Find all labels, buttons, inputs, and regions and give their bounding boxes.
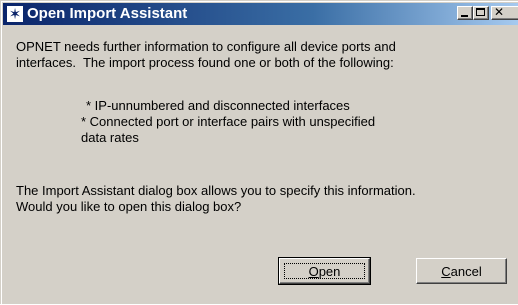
open-button[interactable]: Open (278, 257, 371, 285)
open-accelerator: O (308, 263, 319, 279)
cancel-label: ancel (450, 263, 482, 279)
maximize-button[interactable] (473, 6, 489, 20)
dialog-window: ✶ Open Import Assistant ✕ OPNET needs fu… (0, 0, 518, 304)
question-text: The Import Assistant dialog box allows y… (16, 183, 416, 214)
cancel-accelerator: C (441, 263, 451, 279)
close-icon: ✕ (494, 5, 505, 19)
dialog-content: OPNET needs further information to confi… (1, 25, 518, 305)
star-icon: ✶ (7, 5, 23, 23)
cancel-button[interactable]: Cancel (416, 258, 507, 284)
maximize-icon (476, 8, 485, 16)
list-item-connected-pairs-cont: data rates (81, 130, 139, 145)
title-bar[interactable]: ✶ Open Import Assistant ✕ (3, 3, 518, 25)
intro-text: OPNET needs further information to confi… (16, 39, 396, 70)
minimize-button[interactable] (457, 6, 473, 20)
list-item-connected-pairs: * Connected port or interface pairs with… (81, 114, 376, 129)
minimize-icon (461, 15, 468, 17)
list-item-ip-unnumbered: * IP-unnumbered and disconnected interfa… (86, 98, 350, 113)
open-label: pen (318, 263, 341, 279)
close-button[interactable]: ✕ (491, 6, 518, 20)
window-title: Open Import Assistant (27, 5, 188, 22)
